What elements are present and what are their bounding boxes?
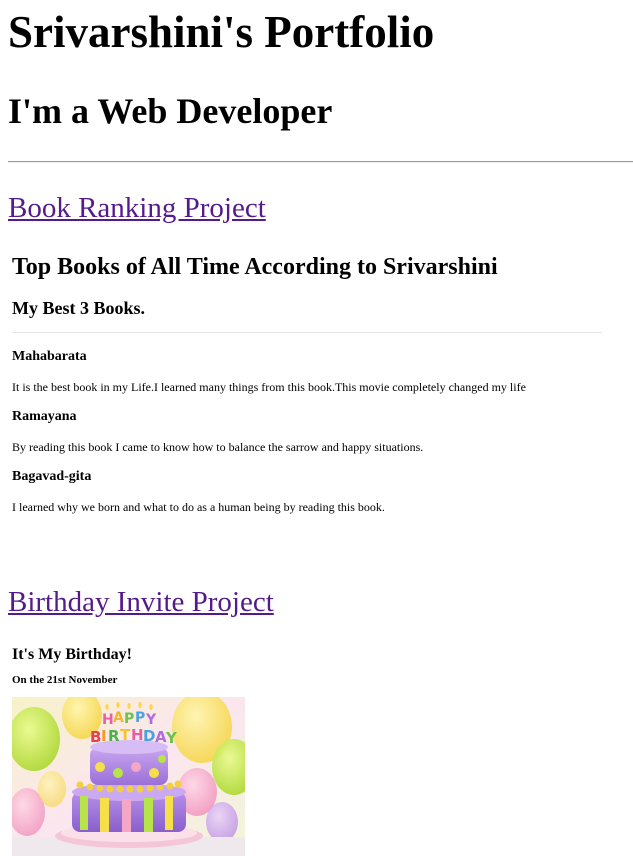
svg-text:B: B (90, 728, 101, 746)
svg-text:R: R (108, 727, 120, 745)
svg-text:Y: Y (145, 712, 157, 728)
svg-text:A: A (113, 710, 124, 726)
birthday-title: It's My Birthday! (12, 646, 132, 663)
svg-text:D: D (143, 727, 155, 745)
book-ranking-project-link[interactable]: Book Ranking Project (8, 191, 266, 225)
svg-text:H: H (102, 712, 114, 728)
book-name: Ramayana (12, 409, 77, 424)
birthday-invite-project-link[interactable]: Birthday Invite Project (8, 585, 274, 619)
svg-text:T: T (120, 726, 131, 744)
book-list-title: Top Books of All Time According to Sriva… (12, 254, 498, 280)
book-description: By reading this book I came to know how … (12, 440, 424, 454)
page-title: Srivarshini's Portfolio (8, 7, 435, 57)
svg-text:P: P (135, 710, 145, 726)
page-subtitle: I'm a Web Developer (8, 91, 333, 131)
book-description: It is the best book in my Life.I learned… (12, 380, 526, 394)
birthday-date: On the 21st November (12, 674, 118, 686)
svg-text:I: I (101, 727, 107, 745)
book-list-divider (12, 332, 602, 333)
horizontal-divider (8, 161, 633, 163)
birthday-cake-icon: H A P P Y B I R T H D A Y (12, 697, 245, 856)
book-name: Bagavad-gita (12, 469, 92, 484)
book-ranking-frame[interactable]: Top Books of All Time According to Sriva… (12, 240, 607, 540)
book-name: Mahabarata (12, 349, 87, 364)
svg-text:P: P (124, 711, 134, 727)
svg-text:H: H (131, 726, 144, 744)
book-description: I learned why we born and what to do as … (12, 500, 385, 514)
birthday-invite-frame[interactable]: It's My Birthday! On the 21st November H… (12, 640, 607, 856)
svg-text:Y: Y (165, 729, 178, 747)
book-list-subtitle: My Best 3 Books. (12, 298, 146, 318)
